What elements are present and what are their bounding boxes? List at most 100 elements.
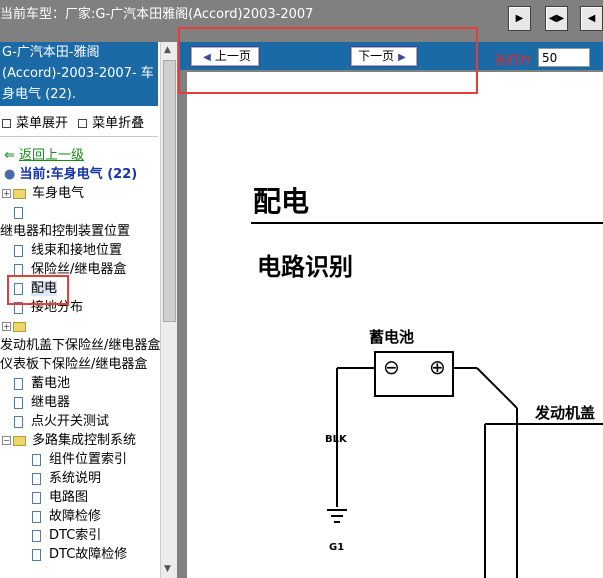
- prev-page-button[interactable]: ◀ 上一页: [190, 46, 260, 67]
- document-icon: [32, 548, 41, 561]
- document-icon: [14, 282, 23, 295]
- tree-item[interactable]: [14, 203, 31, 222]
- back-arrow-icon: ⇐: [4, 148, 15, 163]
- tree-item[interactable]: 继电器: [14, 393, 70, 412]
- tree-item[interactable]: 点火开关测试: [14, 412, 109, 431]
- circuit-diagram: 蓄电池 ⊖ ⊕ BLK G1 发动机盖: [325, 328, 603, 578]
- tree-item-label: DTC故障检修: [49, 547, 128, 562]
- back-label[interactable]: 返回上一级: [19, 148, 84, 163]
- tree-panel: G-广汽本田-雅阁(Accord)-2003-2007- 车身电气 (22). …: [0, 42, 176, 578]
- scrollbar-thumb[interactable]: [163, 60, 176, 322]
- document-icon: [14, 206, 23, 219]
- next-page-button[interactable]: 下一页 ▶: [350, 46, 418, 67]
- tree-item-label: 配电: [31, 281, 58, 296]
- prev-chapter-button[interactable]: ◀: [580, 6, 603, 31]
- tree-item[interactable]: 线束和接地位置: [14, 241, 122, 260]
- scroll-down-icon[interactable]: ▼: [164, 564, 171, 574]
- tree-item-label: 接地分布: [31, 300, 84, 315]
- expand-icon: ◀▶: [548, 13, 565, 24]
- tree-item-label: DTC索引: [49, 528, 102, 543]
- tree-item-folder[interactable]: +: [2, 317, 32, 336]
- tree-item[interactable]: 蓄电池: [14, 374, 70, 393]
- menu-collapse-link[interactable]: 菜单折叠: [92, 116, 144, 131]
- document-icon: [14, 415, 23, 428]
- collapse-icon: [78, 119, 88, 128]
- tree-item-folder[interactable]: + 车身电气: [2, 184, 84, 203]
- arrow-right-icon: ▶: [515, 13, 524, 24]
- tree-item[interactable]: 电路图: [32, 488, 88, 507]
- document-icon: [14, 396, 23, 409]
- document-icon: [32, 472, 41, 485]
- top-bar: 当前车型：厂家:G-广汽本田雅阁(Accord)2003-2007 ▶ ◀▶ ◀: [0, 0, 603, 42]
- tree-item[interactable]: 故障检修: [32, 507, 101, 526]
- vehicle-title: 当前车型：厂家:G-广汽本田雅阁(Accord)2003-2007: [0, 7, 314, 22]
- document-view: 配电 电路识别 蓄电池 ⊖ ⊕ BLK G1 发动机盖: [187, 72, 603, 578]
- tree-item-label: 多路集成控制系统: [32, 433, 137, 448]
- tree-scrollbar[interactable]: ▲ ▼: [160, 42, 177, 578]
- tree-item[interactable]: DTC索引: [32, 526, 101, 545]
- back-link[interactable]: ⇐ 返回上一级: [4, 146, 84, 165]
- document-icon: [32, 510, 41, 523]
- menu-expand-link[interactable]: 菜单展开: [16, 116, 68, 131]
- folder-open-icon: [13, 435, 26, 446]
- tree-item[interactable]: 系统说明: [32, 469, 101, 488]
- tree-item[interactable]: 组件位置索引: [32, 450, 127, 469]
- tree-item-label: 车身电气: [32, 186, 85, 201]
- tree-item-label: 继电器和控制装置位置: [0, 224, 131, 239]
- document-icon: [14, 244, 23, 257]
- minus-icon[interactable]: −: [2, 436, 11, 445]
- folder-icon: [13, 188, 26, 199]
- folder-icon: [13, 321, 26, 332]
- battery-label: 蓄电池: [369, 328, 414, 346]
- document-icon: [14, 263, 23, 276]
- tree-item-label: 仪表板下保险丝/继电器盒: [0, 357, 148, 372]
- battery-minus-icon: ⊖: [383, 355, 400, 379]
- next-chapter-button[interactable]: ▶: [508, 6, 531, 31]
- tree-item[interactable]: 仪表板下保险丝/继电器盒: [0, 355, 147, 374]
- wire-positive-diag: [476, 367, 518, 409]
- document-icon: [14, 301, 23, 314]
- arrow-left-icon: ◀: [587, 13, 596, 24]
- tree-item-label: 蓄电池: [31, 376, 71, 391]
- prev-page-label: 上一页: [214, 49, 251, 63]
- expand-view-button[interactable]: ◀▶: [545, 6, 568, 31]
- tree-item-label: 系统说明: [49, 471, 102, 486]
- document-icon: [32, 529, 41, 542]
- tree-item-folder[interactable]: − 多路集成控制系统: [2, 431, 136, 450]
- tree-item[interactable]: 继电器和控制装置位置: [0, 222, 130, 241]
- tree-item[interactable]: DTC故障检修: [32, 545, 127, 564]
- scroll-up-icon[interactable]: ▲: [164, 45, 171, 55]
- document-title: 配电: [253, 185, 310, 218]
- expand-icon: [2, 119, 11, 128]
- tree-header: G-广汽本田-雅阁(Accord)-2003-2007- 车身电气 (22).: [0, 42, 158, 106]
- plus-icon[interactable]: +: [2, 322, 11, 331]
- wire-label: BLK: [325, 434, 348, 445]
- tree-item-label: 故障检修: [49, 509, 102, 524]
- tree-item-label: 电路图: [49, 490, 89, 505]
- section-heading: 电路识别: [257, 252, 353, 281]
- page-number-label: 当前为: [494, 53, 531, 67]
- document-icon: [32, 453, 41, 466]
- tree-item-selected[interactable]: 配电: [14, 279, 58, 298]
- arrow-left-icon: ◀: [203, 52, 211, 63]
- tree-item[interactable]: 接地分布: [14, 298, 83, 317]
- battery-plus-icon: ⊕: [429, 355, 446, 379]
- current-label: 当前:车身电气 (22): [19, 167, 138, 182]
- title-rule: [251, 222, 603, 224]
- ground-label: G1: [329, 542, 344, 553]
- plus-icon[interactable]: +: [2, 189, 11, 198]
- divider: [0, 136, 158, 137]
- tree-item-label: 线束和接地位置: [31, 243, 123, 258]
- tree-item-label: 点火开关测试: [31, 414, 110, 429]
- tree-item-label: 组件位置索引: [49, 452, 128, 467]
- page-number-input[interactable]: [538, 48, 590, 67]
- arrow-right-icon: ▶: [398, 52, 406, 63]
- tree-item[interactable]: 发动机盖下保险丝/继电器盒: [0, 336, 160, 355]
- tree-item[interactable]: 保险丝/继电器盒: [14, 260, 126, 279]
- current-node: ● 当前:车身电气 (22): [4, 165, 137, 184]
- next-page-label: 下一页: [358, 49, 395, 63]
- tree-item-label: 保险丝/继电器盒: [31, 262, 127, 277]
- tree-item-label: 继电器: [31, 395, 71, 410]
- document-icon: [14, 377, 23, 390]
- document-icon: [32, 491, 41, 504]
